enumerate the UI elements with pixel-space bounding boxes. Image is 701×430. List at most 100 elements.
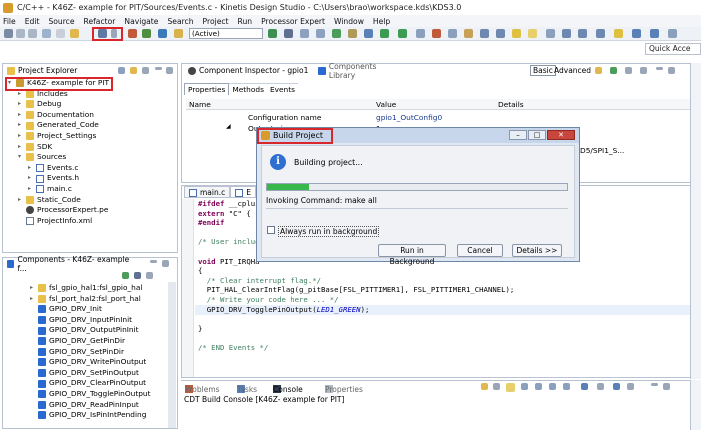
toolbar-icon[interactable] xyxy=(448,29,457,38)
toolbar-icon[interactable] xyxy=(578,29,587,38)
expanded-arrow-icon[interactable]: ▾ xyxy=(18,152,24,163)
green-arrow-icon[interactable] xyxy=(268,29,277,38)
expand-icon[interactable]: ◢ xyxy=(226,123,231,130)
new-icon[interactable] xyxy=(4,29,13,38)
advanced-toggle[interactable]: Advanced xyxy=(554,66,591,75)
inspector-tool-icon[interactable] xyxy=(610,67,617,74)
tree-item[interactable]: ▸ Documentation xyxy=(8,110,176,121)
menu-help[interactable]: Help xyxy=(373,17,390,26)
collapsed-arrow-icon[interactable]: ▸ xyxy=(18,131,24,142)
console-tool-icon[interactable] xyxy=(627,383,634,390)
toolbar-icon[interactable] xyxy=(416,29,425,38)
editor-tab-events[interactable]: E xyxy=(230,186,256,198)
toolbar-icon[interactable] xyxy=(512,29,521,38)
project-explorer-tab[interactable]: Project Explorer xyxy=(3,64,113,77)
tree-item[interactable]: GPIO_DRV_WritePinOutput xyxy=(30,357,170,368)
tree-item[interactable]: ▾ Sources xyxy=(8,152,176,163)
collapsed-arrow-icon[interactable]: ▸ xyxy=(28,163,34,174)
toolbar-icon[interactable] xyxy=(316,29,325,38)
tree-item[interactable]: GPIO_DRV_InputPinInit xyxy=(30,315,170,326)
cancel-button[interactable]: Cancel xyxy=(457,244,503,257)
toolbar-icon[interactable] xyxy=(348,29,357,38)
basic-toggle[interactable]: Basic xyxy=(530,65,556,76)
tree-item[interactable]: ProjectInfo.xml xyxy=(8,216,176,227)
tree-item[interactable]: ▸ Generated_Code xyxy=(8,120,176,131)
tree-item[interactable]: GPIO_DRV_ReadPinInput xyxy=(30,400,170,411)
maximize-window-icon[interactable]: □ xyxy=(528,130,546,140)
run-in-background-button[interactable]: Run in Background xyxy=(378,244,446,266)
back-arrow-icon[interactable] xyxy=(632,29,641,38)
toolbar-icon[interactable] xyxy=(596,29,605,38)
menu-processor-expert[interactable]: Processor Expert xyxy=(261,17,325,26)
tree-item[interactable]: ▸ Events.h xyxy=(8,173,176,184)
events-subtab[interactable]: Events xyxy=(266,83,298,95)
collapsed-arrow-icon[interactable]: ▸ xyxy=(28,173,34,184)
tree-item[interactable]: ▸ Debug xyxy=(8,99,176,110)
menu-source[interactable]: Source xyxy=(48,17,74,26)
components-library-tab[interactable]: Components Library xyxy=(314,62,404,80)
tree-item[interactable]: ▸ fsl_port_hal2:fsl_port_hal xyxy=(30,294,170,305)
inspector-tool-icon[interactable] xyxy=(595,67,602,74)
clean-icon[interactable] xyxy=(70,29,79,38)
collapse-all-icon[interactable] xyxy=(118,67,125,74)
column-details[interactable]: Details xyxy=(498,100,524,109)
view-menu-icon[interactable] xyxy=(146,272,153,279)
toolbar-icon[interactable] xyxy=(300,29,309,38)
add-component-icon[interactable] xyxy=(122,272,129,279)
maximize-icon[interactable] xyxy=(166,67,173,74)
tree-item[interactable]: ▸ Project_Settings xyxy=(8,131,176,142)
step-icon[interactable] xyxy=(142,29,151,38)
minimize-icon[interactable] xyxy=(656,67,663,70)
cut-icon[interactable] xyxy=(56,29,65,38)
toolbar-icon[interactable] xyxy=(398,29,407,38)
tree-item[interactable]: GPIO_DRV_ClearPinOutput xyxy=(30,378,170,389)
toolbar-icon[interactable] xyxy=(464,29,473,38)
methods-subtab[interactable]: Methods xyxy=(229,83,267,95)
minimize-icon[interactable] xyxy=(651,383,658,386)
menu-project[interactable]: Project xyxy=(203,17,229,26)
menu-search[interactable]: Search xyxy=(167,17,193,26)
components-scrollbar[interactable] xyxy=(168,282,176,428)
maximize-icon[interactable] xyxy=(663,383,670,390)
tree-item[interactable]: GPIO_DRV_Init xyxy=(30,304,170,315)
console-tool-icon[interactable] xyxy=(563,383,570,390)
collapsed-arrow-icon[interactable]: ▸ xyxy=(30,294,36,305)
minimize-icon[interactable] xyxy=(150,260,157,263)
minimize-window-icon[interactable]: – xyxy=(509,130,527,140)
build-config-combo[interactable]: (Active) xyxy=(189,28,263,39)
always-background-checkbox[interactable] xyxy=(267,226,275,234)
save-icon[interactable] xyxy=(16,29,25,38)
collapsed-arrow-icon[interactable]: ▸ xyxy=(18,99,24,110)
view-menu-icon[interactable] xyxy=(142,67,149,74)
collapsed-arrow-icon[interactable]: ▸ xyxy=(28,184,34,195)
collapsed-arrow-icon[interactable]: ▸ xyxy=(18,142,24,153)
column-value[interactable]: Value xyxy=(376,100,396,109)
view-menu-icon[interactable] xyxy=(640,67,647,74)
tree-item[interactable]: ▸ main.c xyxy=(8,184,176,195)
maximize-icon[interactable] xyxy=(668,67,675,74)
menu-file[interactable]: File xyxy=(3,17,16,26)
details-button[interactable]: Details >> xyxy=(512,244,562,257)
inspector-tool-icon[interactable] xyxy=(625,67,632,74)
console-tool-icon[interactable] xyxy=(581,383,588,390)
console-tool-icon[interactable] xyxy=(549,383,556,390)
link-editor-icon[interactable] xyxy=(130,67,137,74)
toolbar-icon[interactable] xyxy=(432,29,441,38)
menu-edit[interactable]: Edit xyxy=(25,17,40,26)
run-icon[interactable] xyxy=(380,29,389,38)
always-background-label[interactable]: Always run in background xyxy=(278,226,380,237)
save-all-icon[interactable] xyxy=(28,29,37,38)
editor-tab-main[interactable]: main.c xyxy=(184,186,231,198)
toolbar-icon[interactable] xyxy=(332,29,341,38)
build-dropdown-icon[interactable] xyxy=(111,29,117,38)
filter-icon[interactable] xyxy=(134,272,141,279)
properties-subtab[interactable]: Properties xyxy=(184,83,230,95)
tree-item[interactable]: GPIO_DRV_SetPinDir xyxy=(30,347,170,358)
forward-arrow-icon[interactable] xyxy=(650,29,659,38)
processor-expert-icon[interactable] xyxy=(158,29,167,38)
toolbar-icon[interactable] xyxy=(364,29,373,38)
toolbar-icon[interactable] xyxy=(614,29,623,38)
console-tool-icon[interactable] xyxy=(493,383,500,390)
tree-item[interactable]: GPIO_DRV_GetPinDir xyxy=(30,336,170,347)
debug-icon[interactable] xyxy=(128,29,137,38)
